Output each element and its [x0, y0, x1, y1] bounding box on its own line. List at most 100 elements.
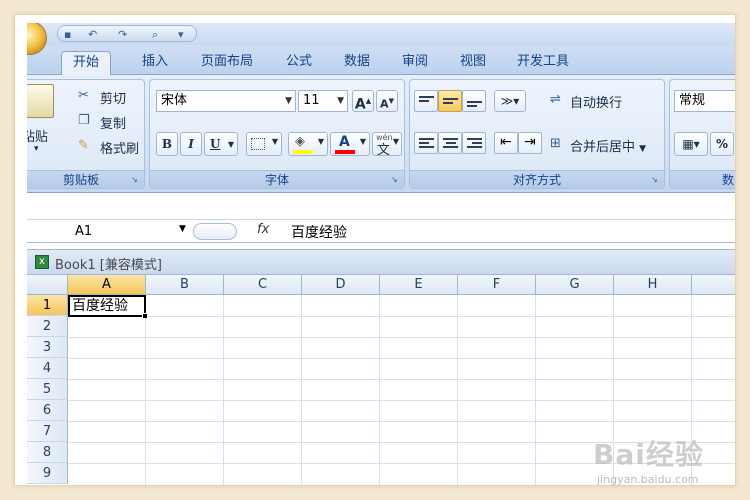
paste-button[interactable]: 粘贴 — [27, 126, 48, 145]
increase-indent-button[interactable]: ⇥ — [518, 132, 542, 154]
align-middle-button[interactable] — [438, 90, 462, 112]
phonetic-label: 文 — [377, 143, 391, 158]
name-box-dropdown-icon[interactable]: ▼ — [179, 224, 186, 234]
tab-insert[interactable]: 插入 — [127, 51, 183, 75]
italic-button[interactable]: I — [180, 132, 202, 156]
column-header-e[interactable]: E — [380, 275, 458, 295]
undo-icon[interactable]: ↶ — [88, 28, 97, 41]
row-header-5[interactable]: 5 — [27, 379, 68, 400]
align-center-button[interactable] — [438, 132, 462, 154]
wrap-text-button[interactable]: 自动换行 — [570, 92, 622, 111]
row-header-9[interactable]: 9 — [27, 463, 68, 484]
row-header-6[interactable]: 6 — [27, 400, 68, 421]
align-center-icon — [443, 138, 458, 150]
font-name-select[interactable]: 宋体 ▼ — [156, 90, 296, 112]
font-color-button[interactable]: A ▼ — [330, 132, 370, 156]
borders-icon — [251, 138, 265, 150]
grid-line — [457, 295, 458, 485]
customize-qat-icon[interactable]: ▾ — [178, 28, 184, 41]
accounting-format-button[interactable]: ▦▾ — [674, 132, 708, 156]
column-header-f[interactable]: F — [458, 275, 536, 295]
align-bottom-icon — [467, 101, 482, 109]
fill-color-bar — [293, 150, 313, 154]
column-header-c[interactable]: C — [224, 275, 302, 295]
clipboard-launcher-icon[interactable]: ↘ — [131, 175, 141, 185]
chevron-down-icon: ▼ — [392, 137, 399, 146]
tab-formulas[interactable]: 公式 — [271, 51, 327, 75]
align-left-button[interactable] — [414, 132, 438, 154]
chevron-down-icon: ▼ — [359, 137, 366, 146]
name-box[interactable]: A1 — [27, 221, 189, 242]
font-color-bar — [335, 150, 355, 154]
select-all-button[interactable] — [27, 275, 68, 295]
number-group: 常规 ▦▾ % 数字 — [669, 79, 735, 189]
format-painter-button[interactable]: 格式刷 — [100, 138, 139, 157]
underline-button[interactable]: U ▼ — [204, 132, 238, 156]
chevron-down-icon: ▼ — [639, 144, 647, 154]
fill-handle[interactable] — [142, 313, 148, 319]
column-header-g[interactable]: G — [536, 275, 614, 295]
chevron-down-icon: ▼ — [271, 137, 278, 146]
tab-review[interactable]: 审阅 — [387, 51, 443, 75]
column-header-a[interactable]: A — [68, 275, 146, 295]
font-group-label: 字体 — [150, 170, 404, 188]
paste-dropdown-icon[interactable]: ▾ — [34, 144, 39, 154]
watermark-logo: Bai经验 — [593, 438, 704, 471]
ribbon-tabs: 开始 插入 页面布局 公式 数据 审阅 视图 开发工具 — [27, 45, 735, 75]
decrease-indent-button[interactable]: ⇤ — [494, 132, 518, 154]
save-icon[interactable]: ▪ — [64, 28, 71, 41]
font-launcher-icon[interactable]: ↘ — [391, 175, 401, 185]
chevron-down-icon: ▼ — [227, 139, 234, 149]
font-size-select[interactable]: 11 ▼ — [298, 90, 348, 112]
column-header-h[interactable]: H — [614, 275, 692, 295]
tab-home[interactable]: 开始 — [61, 51, 111, 75]
tab-view[interactable]: 视图 — [445, 51, 501, 75]
grid-line — [535, 295, 536, 485]
font-color-label: A — [339, 134, 350, 150]
grow-font-button[interactable]: A▲ — [352, 90, 374, 113]
tab-data[interactable]: 数据 — [329, 51, 385, 75]
column-header-b[interactable]: B — [146, 275, 224, 295]
orientation-button[interactable]: ≫▾ — [494, 90, 526, 112]
row-header-2[interactable]: 2 — [27, 316, 68, 337]
alignment-launcher-icon[interactable]: ↘ — [651, 175, 661, 185]
bold-button[interactable]: B — [156, 132, 178, 156]
percent-button[interactable]: % — [710, 132, 734, 156]
row-header-1[interactable]: 1 — [27, 295, 68, 316]
merge-center-button[interactable]: 合并后居中 ▼ — [570, 136, 646, 155]
tab-page-layout[interactable]: 页面布局 — [187, 51, 267, 75]
print-preview-icon[interactable]: ⌕ — [152, 28, 158, 42]
cut-button[interactable]: 剪切 — [100, 88, 126, 107]
clipboard-group-label: 剪贴板 — [27, 170, 144, 188]
column-header-d[interactable]: D — [302, 275, 380, 295]
column-header-i[interactable] — [692, 275, 735, 295]
baidu-watermark: Bai经验 jingyan.baidu.com — [593, 433, 704, 485]
chevron-down-icon: ▼ — [285, 96, 292, 106]
paste-icon[interactable] — [27, 84, 54, 118]
row-header-3[interactable]: 3 — [27, 337, 68, 358]
formula-input[interactable]: 百度经验 — [291, 222, 347, 242]
phonetic-button[interactable]: wén 文 ▼ — [372, 132, 402, 158]
redo-icon[interactable]: ↷ — [118, 28, 127, 41]
tab-developer[interactable]: 开发工具 — [503, 51, 583, 75]
formula-splitter-handle[interactable] — [193, 223, 237, 240]
align-top-button[interactable] — [414, 90, 438, 112]
font-group: 宋体 ▼ 11 ▼ A▲ A▼ B I U ▼ ▼ ◈ ▼ A ▼ wén 文 … — [149, 79, 405, 189]
fill-color-button[interactable]: ◈ ▼ — [288, 132, 328, 156]
row-header-8[interactable]: 8 — [27, 442, 68, 463]
font-size-value: 11 — [303, 93, 320, 108]
format-painter-icon: ✎ — [78, 138, 89, 153]
row-header-7[interactable]: 7 — [27, 421, 68, 442]
cell-a1[interactable]: 百度经验 — [68, 295, 146, 317]
shrink-font-button[interactable]: A▼ — [376, 90, 398, 112]
number-format-select[interactable]: 常规 — [674, 90, 735, 112]
borders-button[interactable]: ▼ — [246, 132, 282, 156]
row-header-4[interactable]: 4 — [27, 358, 68, 379]
grid-line — [68, 400, 735, 401]
align-bottom-button[interactable] — [462, 90, 486, 112]
grid-line — [68, 358, 735, 359]
insert-function-icon[interactable]: fx — [257, 222, 269, 237]
align-right-button[interactable] — [462, 132, 486, 154]
grid-line — [68, 316, 735, 317]
copy-button[interactable]: 复制 — [100, 113, 126, 132]
